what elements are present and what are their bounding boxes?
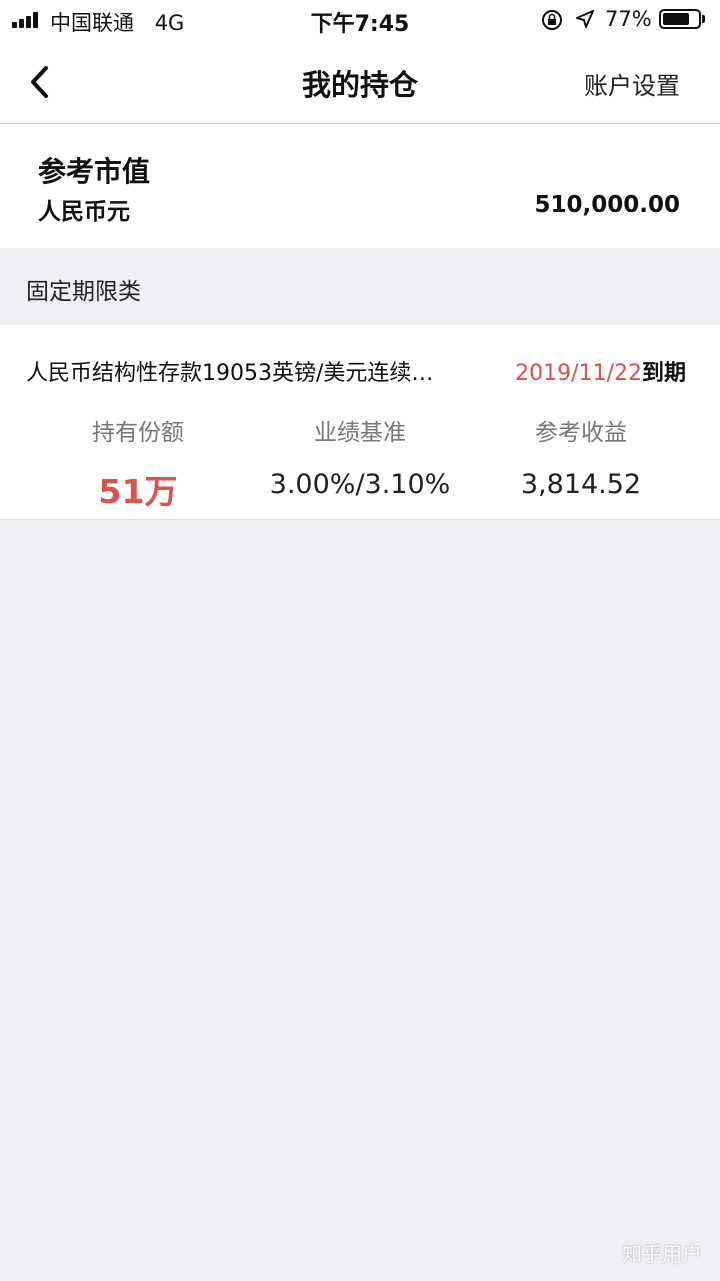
- benchmark-label: 业绩基准: [314, 420, 406, 446]
- battery-icon: [659, 9, 701, 29]
- expected-return-label: 参考收益: [535, 420, 627, 446]
- maturity-date: 2019/11/22: [515, 361, 642, 386]
- market-value-title: 参考市值: [38, 155, 151, 188]
- holding-amount-label: 持有份额: [92, 420, 184, 446]
- expected-return-value: 3,814.52: [520, 469, 642, 500]
- location-arrow-icon: [576, 10, 594, 28]
- navigation-bar: 我的持仓 账户设置: [0, 40, 720, 124]
- battery-tip: [702, 15, 705, 23]
- orientation-lock-icon: [542, 10, 562, 30]
- maturity-info: 2019/11/22到期: [515, 355, 686, 387]
- benchmark-value: 3.00%/3.10%: [269, 469, 451, 500]
- status-bar: 中国联通 4G 下午7:45 77%: [0, 0, 720, 40]
- section-header-fixed-term: 固定期限类: [26, 279, 141, 305]
- product-name: 人民币结构性存款19053英镑/美元连续…: [26, 361, 434, 386]
- holding-item[interactable]: 人民币结构性存款19053英镑/美元连续… 2019/11/22到期 持有份额 …: [0, 325, 720, 520]
- market-value-amount: 510,000.00: [534, 192, 680, 218]
- account-settings-button[interactable]: 账户设置: [584, 66, 680, 101]
- battery-percentage: 77%: [605, 7, 652, 31]
- watermark: 知乎用户: [622, 1242, 702, 1266]
- currency-label: 人民币元: [38, 199, 130, 225]
- market-value-card: 参考市值 人民币元 510,000.00: [0, 124, 720, 248]
- holding-amount-value: 51万: [98, 472, 178, 511]
- battery-level: [663, 13, 689, 25]
- maturity-suffix: 到期: [641, 361, 686, 386]
